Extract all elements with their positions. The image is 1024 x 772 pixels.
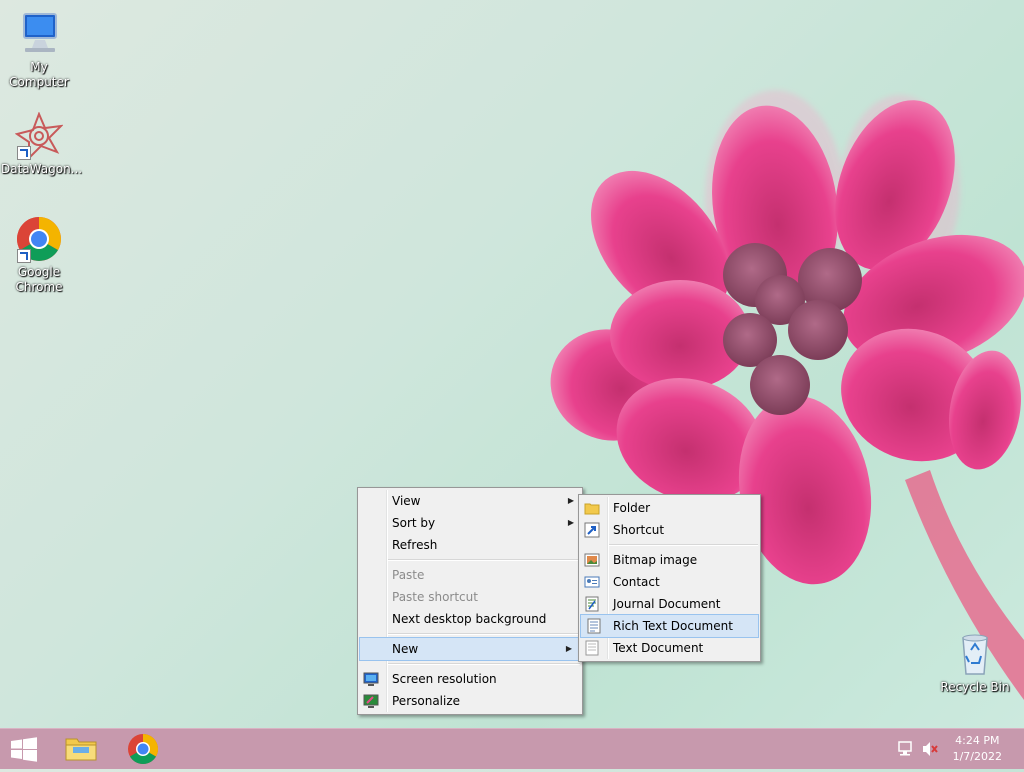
menu-separator: [609, 544, 758, 546]
submenu-item-text-document[interactable]: Text Document: [579, 637, 760, 659]
menu-item-screen-resolution[interactable]: Screen resolution: [358, 668, 582, 690]
menu-item-personalize[interactable]: Personalize: [358, 690, 582, 712]
menu-item-label: Bitmap image: [613, 553, 698, 567]
desktop-icon-label: Google Chrome: [15, 265, 63, 294]
desktop-icon-google-chrome[interactable]: Google Chrome: [1, 215, 77, 295]
menu-item-paste-shortcut[interactable]: Paste shortcut: [358, 586, 582, 608]
taskbar-clock[interactable]: 4:24 PM 1/7/2022: [953, 733, 1002, 765]
windows-logo-icon: [11, 737, 37, 762]
file-explorer-icon: [65, 738, 97, 761]
menu-item-view[interactable]: View ▶: [358, 490, 582, 512]
chrome-icon: [128, 734, 159, 765]
volume-muted-icon[interactable]: [920, 729, 940, 769]
desktop-icon-label: DataWagon...: [1, 162, 83, 176]
menu-item-label: Paste: [392, 568, 425, 582]
menu-item-label: Refresh: [392, 538, 438, 552]
computer-icon: [15, 10, 63, 58]
menu-item-paste[interactable]: Paste: [358, 564, 582, 586]
submenu-item-shortcut[interactable]: Shortcut: [579, 519, 760, 541]
clock-date: 1/7/2022: [952, 750, 1002, 763]
desktop-icon-recycle-bin[interactable]: Recycle Bin: [937, 630, 1013, 695]
menu-separator: [388, 663, 580, 665]
submenu-item-bitmap-image[interactable]: Bitmap image: [579, 549, 760, 571]
menu-item-sort-by[interactable]: Sort by ▶: [358, 512, 582, 534]
menu-item-label: View: [392, 494, 421, 508]
shortcut-icon: [584, 522, 600, 538]
submenu-arrow-icon: ▶: [567, 518, 574, 527]
menu-item-label: Contact: [613, 575, 660, 589]
text-document-icon: [584, 640, 600, 656]
menu-item-label: Next desktop background: [392, 612, 547, 626]
clock-time: 4:24 PM: [955, 734, 1000, 747]
desktop-icon-datawagon[interactable]: DataWagon...: [1, 111, 82, 177]
screen-resolution-icon: [363, 671, 379, 687]
chrome-icon: [15, 215, 63, 263]
network-icon[interactable]: [896, 729, 916, 769]
submenu-arrow-icon: ▶: [565, 644, 572, 653]
menu-item-label: Screen resolution: [392, 672, 497, 686]
personalize-icon: [363, 693, 379, 709]
submenu-item-contact[interactable]: Contact: [579, 571, 760, 593]
menu-item-label: Paste shortcut: [392, 590, 478, 604]
recycle-bin-icon: [951, 630, 999, 678]
menu-separator: [388, 633, 580, 635]
desktop-icon-my-computer[interactable]: My Computer: [1, 10, 77, 90]
menu-item-label: Sort by: [392, 516, 436, 530]
taskbar: 4:24 PM 1/7/2022: [0, 728, 1024, 769]
shortcut-arrow-icon: [17, 146, 31, 160]
desktop-context-menu: View ▶ Sort by ▶ Refresh Paste Paste short…: [357, 487, 583, 715]
new-submenu: Folder Shortcut Bitmap image Contact Jou…: [578, 494, 761, 662]
menu-item-label: Rich Text Document: [613, 619, 733, 633]
menu-item-label: Folder: [613, 501, 651, 515]
menu-item-label: Shortcut: [613, 523, 665, 537]
taskbar-chrome[interactable]: [120, 729, 166, 769]
journal-icon: [584, 596, 600, 612]
menu-item-new[interactable]: New ▶: [359, 637, 581, 661]
menu-item-next-desktop-background[interactable]: Next desktop background: [358, 608, 582, 630]
bitmap-icon: [584, 552, 600, 568]
submenu-item-rich-text-document[interactable]: Rich Text Document: [580, 614, 759, 638]
menu-item-label: New: [392, 642, 419, 656]
menu-item-label: Journal Document: [613, 597, 721, 611]
menu-item-refresh[interactable]: Refresh: [358, 534, 582, 556]
datawagon-icon: [14, 111, 64, 161]
contact-icon: [584, 574, 600, 590]
menu-item-label: Personalize: [392, 694, 461, 708]
start-button[interactable]: [0, 729, 48, 769]
submenu-item-journal-document[interactable]: Journal Document: [579, 593, 760, 615]
menu-separator: [388, 559, 580, 561]
menu-item-label: Text Document: [613, 641, 704, 655]
folder-icon: [584, 500, 600, 516]
rtf-icon: [586, 618, 602, 634]
submenu-arrow-icon: ▶: [567, 496, 574, 505]
desktop-icon-label: Recycle Bin: [940, 680, 1010, 694]
shortcut-arrow-icon: [17, 249, 31, 263]
taskbar-file-explorer[interactable]: [58, 729, 104, 769]
submenu-item-folder[interactable]: Folder: [579, 497, 760, 519]
desktop-icon-label: My Computer: [9, 60, 69, 89]
